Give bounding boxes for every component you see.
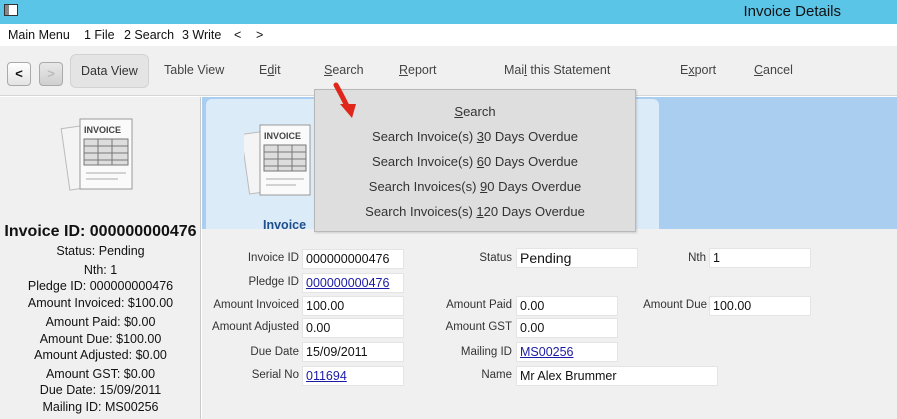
report-label-post: eport: [408, 63, 437, 77]
search-dropdown-menu: Search Search Invoice(s) 30 Days Overdue…: [314, 89, 636, 232]
mail-statement-button[interactable]: Mail this Statement: [504, 63, 610, 77]
edit-button[interactable]: Edit: [259, 63, 281, 77]
report-button[interactable]: Report: [399, 63, 437, 77]
summary-status: Status: Pending: [56, 244, 145, 258]
amount-gst-field[interactable]: 0.00: [516, 318, 618, 338]
status-label: Status: [479, 252, 512, 264]
mail-label-pre: Mai: [504, 63, 525, 77]
status-field[interactable]: Pending: [516, 248, 638, 268]
mailing-id-label: Mailing ID: [460, 346, 512, 358]
summary-pledge-id: Pledge ID: 000000000476: [27, 279, 174, 293]
dd2-pre: Search Invoice(s): [372, 154, 477, 169]
search-button[interactable]: Search: [324, 63, 364, 77]
summary-amount-invoiced: Amount Invoiced: $100.00: [27, 296, 174, 310]
export-button[interactable]: Export: [680, 63, 716, 77]
summary-amount-gst: Amount GST: $0.00: [45, 367, 156, 381]
cancel-label-underline: C: [754, 63, 764, 77]
edit-label-post: it: [274, 63, 281, 77]
export-label-post: port: [694, 63, 717, 77]
summary-amount-paid: Amount Paid: $0.00: [45, 315, 156, 329]
summary-mailing-id: Mailing ID: MS00256: [42, 400, 159, 414]
due-date-label: Due Date: [250, 346, 299, 358]
app-window-icon[interactable]: [4, 4, 18, 16]
summary-nth: Nth: 1: [83, 263, 118, 277]
dd2-post: 0 Days Overdue: [484, 154, 578, 169]
nth-label: Nth: [688, 252, 706, 264]
nth-field[interactable]: 1: [709, 248, 811, 268]
dd4-pre: Search Invoices(s): [365, 204, 477, 219]
amount-paid-field[interactable]: 0.00: [516, 296, 618, 316]
red-arrow-icon: [333, 82, 356, 118]
back-button[interactable]: <: [7, 62, 31, 86]
table-view-button[interactable]: Table View: [164, 63, 224, 77]
menu-prev[interactable]: <: [234, 28, 241, 42]
data-view-button[interactable]: Data View: [70, 54, 149, 88]
search-label-post: earch: [332, 63, 364, 77]
dd3-pre: Search Invoices(s): [368, 179, 481, 194]
tab-icon-invoice-text: INVOICE: [264, 131, 301, 141]
dd1-pre: Search Invoice(s): [372, 129, 477, 144]
serial-no-label: Serial No: [251, 369, 299, 381]
forward-button[interactable]: >: [39, 62, 63, 86]
menu-search[interactable]: 2 Search: [124, 28, 174, 42]
dd1-underline: 3: [476, 129, 485, 144]
amount-invoiced-label: Amount Invoiced: [213, 299, 299, 311]
amount-gst-label: Amount GST: [445, 321, 512, 333]
pledge-id-label: Pledge ID: [248, 276, 299, 288]
due-date-field[interactable]: 15/09/2011: [302, 342, 404, 362]
dd0-post: earch: [463, 104, 496, 119]
summary-amount-due: Amount Due: $100.00: [39, 332, 162, 346]
invoice-summary-pane: INVOICE Invoice ID: 000000000476 Status:…: [0, 97, 201, 419]
dd2-underline: 6: [476, 154, 485, 169]
window-title: Invoice Details: [743, 3, 841, 20]
search-menu-item-120-days[interactable]: Search Invoices(s) 120 Days Overdue: [315, 204, 635, 219]
tab-invoice-icon: INVOICE: [244, 124, 311, 196]
dd4-underline: 1: [476, 204, 484, 219]
amount-adjusted-field[interactable]: 0.00: [302, 318, 404, 338]
menu-main-menu[interactable]: Main Menu: [8, 28, 70, 42]
search-menu-item-30-days[interactable]: Search Invoice(s) 30 Days Overdue: [315, 129, 635, 144]
serial-no-link[interactable]: 011694: [302, 366, 404, 386]
search-menu-item-60-days[interactable]: Search Invoice(s) 60 Days Overdue: [315, 154, 635, 169]
menu-write[interactable]: 3 Write: [182, 28, 221, 42]
dd3-post: 0 Days Overdue: [487, 179, 582, 194]
dd4-post: 20 Days Overdue: [483, 204, 585, 219]
mail-label-post: this Statement: [526, 63, 611, 77]
report-label-underline: R: [399, 63, 409, 77]
amount-adjusted-label: Amount Adjusted: [212, 321, 299, 333]
invoice-id-label: Invoice ID: [247, 252, 299, 264]
amount-invoiced-field[interactable]: 100.00: [302, 296, 404, 316]
name-field[interactable]: Mr Alex Brummer: [516, 366, 718, 386]
menu-next[interactable]: >: [256, 28, 263, 42]
mailing-id-link[interactable]: MS00256: [516, 342, 618, 362]
menu-file[interactable]: 1 File: [84, 28, 115, 42]
invoice-id-field[interactable]: 000000000476: [302, 249, 404, 269]
summary-amount-adjusted: Amount Adjusted: $0.00: [34, 348, 167, 362]
icon-invoice-text: INVOICE: [84, 125, 121, 135]
cancel-label-post: ancel: [763, 63, 793, 77]
search-menu-item-search[interactable]: Search: [315, 104, 635, 119]
menu-bar: Main Menu 1 File 2 Search 3 Write < >: [0, 24, 897, 46]
dd0-underline: S: [454, 104, 464, 119]
amount-due-field[interactable]: 100.00: [709, 296, 811, 316]
amount-paid-label: Amount Paid: [446, 299, 512, 311]
pledge-id-link[interactable]: 000000000476: [302, 273, 404, 293]
name-label: Name: [481, 369, 512, 381]
title-bar: Invoice Details: [0, 0, 897, 24]
invoice-document-icon: INVOICE: [60, 118, 133, 191]
cancel-button[interactable]: Cancel: [754, 63, 793, 77]
dd1-post: 0 Days Overdue: [484, 129, 578, 144]
amount-due-label: Amount Due: [643, 299, 707, 311]
summary-due-date: Due Date: 15/09/2011: [39, 383, 162, 397]
summary-invoice-id: Invoice ID: 000000000476: [4, 223, 197, 240]
search-menu-item-90-days[interactable]: Search Invoices(s) 90 Days Overdue: [315, 179, 635, 194]
